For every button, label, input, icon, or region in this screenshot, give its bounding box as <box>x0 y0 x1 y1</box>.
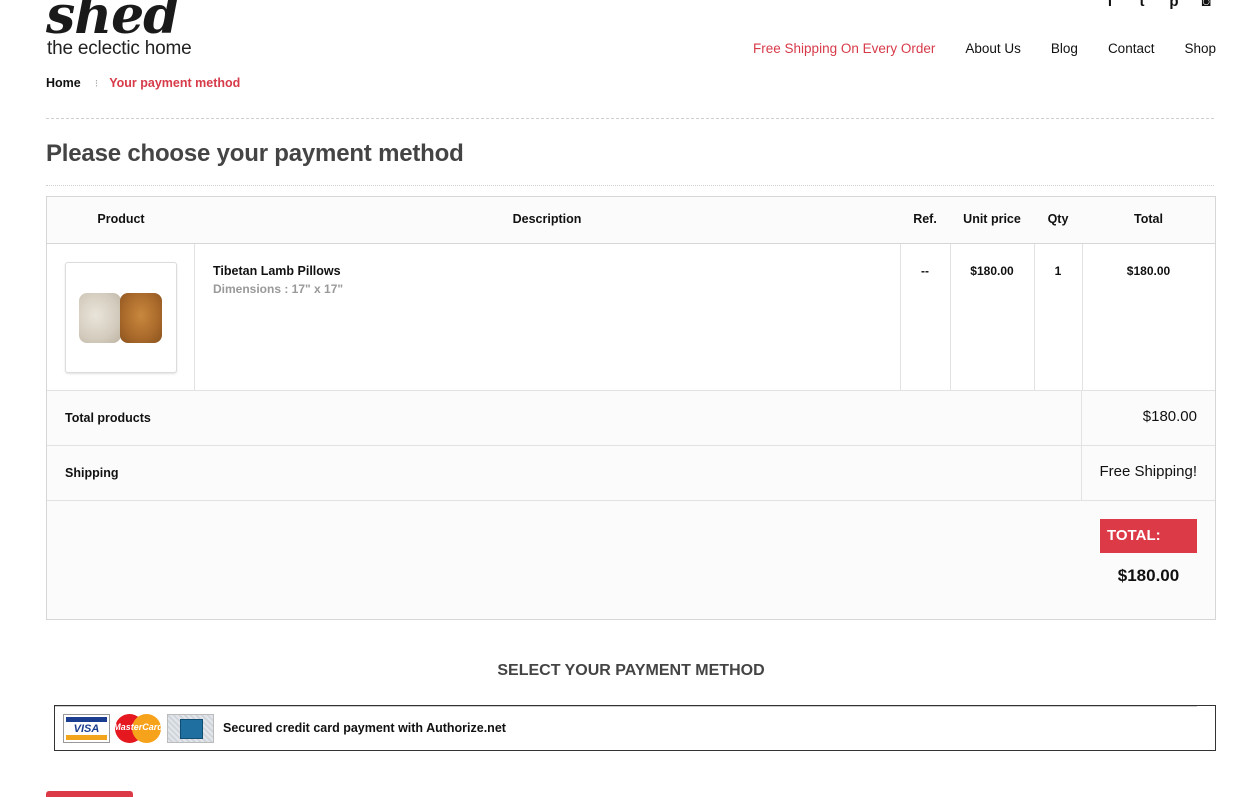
column-divider <box>1081 391 1082 446</box>
total-products-label: Total products <box>65 411 151 425</box>
grand-total-badge: TOTAL: <box>1100 519 1197 553</box>
payment-section-title: SELECT YOUR PAYMENT METHOD <box>497 662 765 679</box>
header-product: Product <box>97 212 145 226</box>
facebook-icon[interactable]: f <box>1101 0 1119 10</box>
product-ref: -- <box>921 264 929 278</box>
product-name[interactable]: Tibetan Lamb Pillows <box>213 264 341 278</box>
breadcrumb-separator: ⁝ <box>94 77 99 90</box>
product-total: $180.00 <box>1126 264 1171 278</box>
breadcrumb-current: Your payment method <box>109 76 241 90</box>
pillow-tan-image <box>120 293 162 343</box>
payment-option-label[interactable]: Secured credit card payment with Authori… <box>223 721 506 735</box>
instagram-icon[interactable]: ◙ <box>1197 0 1215 10</box>
site-logo[interactable]: shed the eclectic home <box>46 0 216 60</box>
shipping-row: Shipping Free Shipping! <box>47 446 1215 501</box>
header-qty: Qty <box>1047 212 1069 226</box>
shipping-value: Free Shipping! <box>1099 463 1197 480</box>
breadcrumb-home[interactable]: Home <box>46 76 81 90</box>
product-dimensions: Dimensions : 17" x 17" <box>213 282 344 296</box>
column-divider <box>194 244 195 391</box>
amex-card-icon <box>167 714 214 743</box>
page-title: Please choose your payment method <box>46 140 464 167</box>
pinterest-icon[interactable]: p <box>1165 0 1183 10</box>
product-qty: 1 <box>1054 264 1062 278</box>
header-unit-price: Unit price <box>963 212 1021 226</box>
header-total: Total <box>1134 212 1163 226</box>
divider <box>46 118 1214 119</box>
table-header: Product Description Ref. Unit price Qty … <box>47 197 1215 244</box>
nav-blog[interactable]: Blog <box>1051 41 1078 56</box>
logo-wordmark: shed <box>46 0 180 46</box>
nav-contact[interactable]: Contact <box>1108 41 1155 56</box>
back-button[interactable] <box>46 791 133 797</box>
total-products-value: $180.00 <box>1142 408 1197 425</box>
social-links: f t p ◙ <box>1101 0 1215 10</box>
product-image[interactable] <box>65 262 177 373</box>
visa-card-icon: VISA <box>63 714 110 743</box>
logo-tagline: the eclectic home <box>47 38 192 59</box>
grand-total-value: $180.00 <box>1117 566 1180 585</box>
nav-shop[interactable]: Shop <box>1184 41 1216 56</box>
main-nav: Free Shipping On Every Order About Us Bl… <box>753 41 1216 56</box>
header-description: Description <box>512 212 582 226</box>
table-row: Tibetan Lamb Pillows Dimensions : 17" x … <box>47 244 1215 391</box>
header-ref: Ref. <box>913 212 937 226</box>
total-products-row: Total products $180.00 <box>47 391 1215 446</box>
payment-option-authorize-net[interactable]: VISA MasterCard Secured credit card paym… <box>54 705 1216 751</box>
pillow-white-image <box>79 293 121 343</box>
nav-free-shipping[interactable]: Free Shipping On Every Order <box>753 41 935 56</box>
divider <box>46 185 1214 186</box>
twitter-icon[interactable]: t <box>1133 0 1151 10</box>
shipping-label: Shipping <box>65 466 119 480</box>
cart-summary-table: Product Description Ref. Unit price Qty … <box>46 196 1216 620</box>
product-unit-price: $180.00 <box>970 264 1014 278</box>
nav-about-us[interactable]: About Us <box>965 41 1021 56</box>
breadcrumb: Home ⁝ Your payment method <box>46 76 240 90</box>
column-divider <box>1081 446 1082 501</box>
mastercard-icon: MasterCard <box>113 714 163 743</box>
divider <box>55 706 1197 707</box>
